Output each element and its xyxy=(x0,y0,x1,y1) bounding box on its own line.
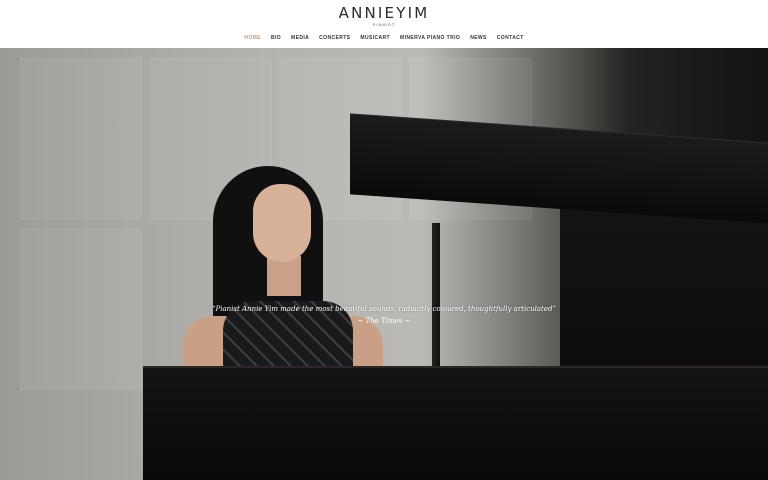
nav-item-minerva-piano-trio[interactable]: MINERVA PIANO TRIO xyxy=(400,34,460,42)
piano-body xyxy=(143,366,768,480)
hero-image: “Pianist Annie Yim made the most beautif… xyxy=(0,48,768,480)
main-nav: HOME BIO MEDIA CONCERTS MUSICART MINERVA… xyxy=(0,34,768,42)
nav-item-contact[interactable]: CONTACT xyxy=(497,34,524,42)
site-header: ANNIEYIM PIANIST HOME BIO MEDIA CONCERTS… xyxy=(0,0,768,48)
site-logo[interactable]: ANNIEYIM PIANIST xyxy=(0,4,768,27)
nav-item-concerts[interactable]: CONCERTS xyxy=(319,34,350,42)
nav-item-musicart[interactable]: MUSICART xyxy=(360,34,390,42)
hero-quote-source: ~ The Times ~ xyxy=(357,317,411,325)
pianist-figure xyxy=(183,166,383,376)
pianist-neck xyxy=(267,256,301,296)
logo-subtitle: PIANIST xyxy=(372,22,396,27)
nav-item-home[interactable]: HOME xyxy=(244,34,261,42)
hero-quote: “Pianist Annie Yim made the most beautif… xyxy=(211,305,557,313)
window-pane xyxy=(20,58,142,220)
nav-item-bio[interactable]: BIO xyxy=(271,34,281,42)
nav-item-news[interactable]: NEWS xyxy=(470,34,487,42)
pianist-face xyxy=(253,184,311,262)
nav-item-media[interactable]: MEDIA xyxy=(291,34,309,42)
logo-name[interactable]: ANNIEYIM xyxy=(0,4,768,22)
